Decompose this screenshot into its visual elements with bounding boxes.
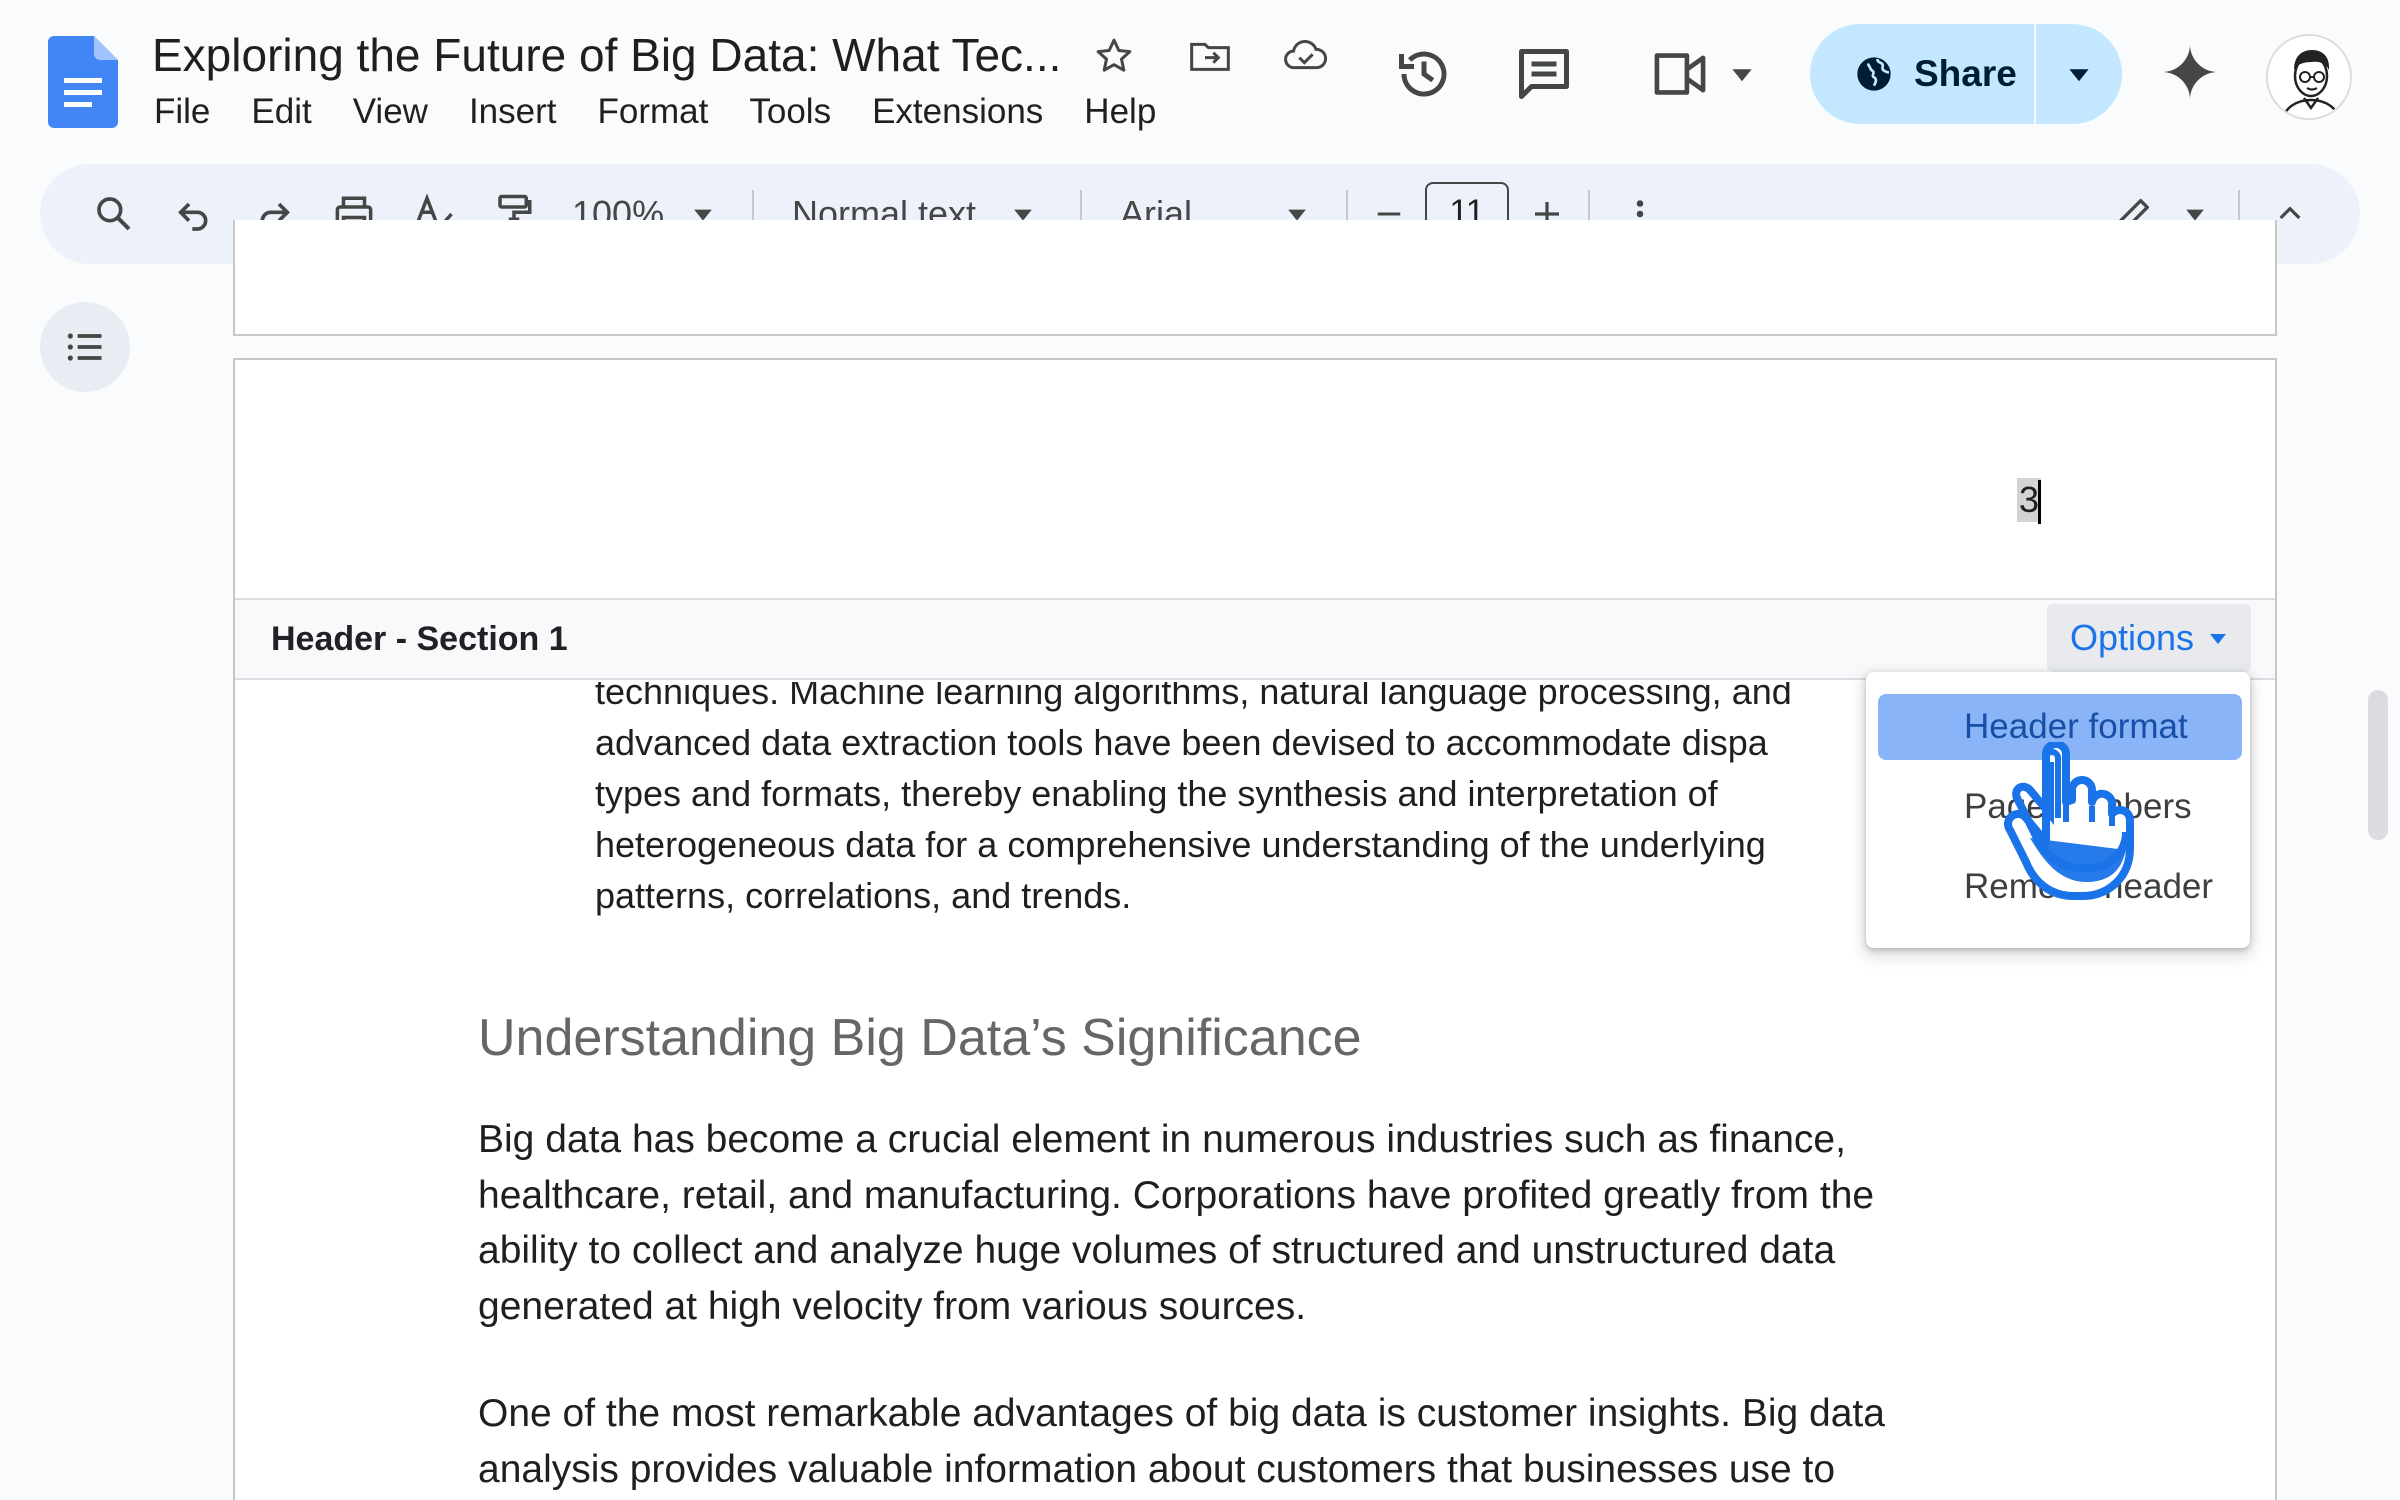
menu-format[interactable]: Format [598, 92, 709, 132]
hand-pointer-icon [2004, 742, 2134, 900]
menu-edit[interactable]: Edit [251, 92, 311, 132]
text-line: healthcare, retail, and manufacturing. C… [478, 1173, 1875, 1217]
chevron-up-icon [2279, 206, 2301, 220]
header-section-bar: Header - Section 1 Options [235, 600, 2275, 680]
text-cursor [2038, 480, 2041, 524]
search-icon [97, 197, 131, 231]
undo-icon [178, 202, 208, 231]
text-line: One of the most remarkable advantages of… [478, 1392, 1885, 1435]
version-history-icon[interactable] [1394, 44, 1454, 104]
search-menus-button[interactable] [84, 164, 144, 264]
menu-file[interactable]: File [154, 92, 210, 132]
options-label: Options [2069, 617, 2195, 658]
cloud-saved-icon[interactable] [1280, 30, 1332, 82]
avatar[interactable] [2266, 34, 2352, 120]
page-header[interactable]: 3 [235, 360, 2275, 600]
chevron-down-icon[interactable] [1730, 62, 1754, 86]
menu-bar: File Edit View Insert Format Tools Exten… [154, 92, 1197, 132]
document-outline-button[interactable] [40, 302, 130, 392]
user-avatar-icon [2268, 36, 2350, 118]
header-section-label: Header - Section 1 [271, 620, 568, 658]
menu-insert[interactable]: Insert [469, 92, 557, 132]
previous-page [233, 220, 2277, 336]
docs-app: Exploring the Future of Big Data: What T… [0, 0, 2400, 1500]
meet-icon[interactable] [1650, 48, 1710, 100]
share-main[interactable]: Share [1810, 24, 2034, 124]
text-line: Big data has become a crucial element in… [478, 1118, 1846, 1161]
gemini-icon[interactable] [2160, 40, 2220, 104]
scrollbar-thumb[interactable] [2368, 690, 2388, 840]
comments-icon[interactable] [1514, 44, 1574, 104]
paragraph[interactable]: Big data has become a crucial element in… [478, 1112, 2038, 1334]
share-options-button[interactable] [2036, 24, 2122, 124]
paragraph[interactable]: One of the most remarkable advantages of… [478, 1386, 2038, 1497]
star-icon[interactable] [1088, 30, 1140, 82]
document-title[interactable]: Exploring the Future of Big Data: What T… [152, 28, 1061, 82]
globe-icon [1857, 57, 1891, 91]
text-line: analysis provides valuable information a… [478, 1447, 1836, 1491]
title-actions [1088, 30, 1332, 82]
top-right-actions: Share [1380, 22, 2380, 126]
text-line: ability to collect and analyze huge volu… [478, 1229, 1836, 1272]
share-label: Share [1914, 53, 2017, 94]
docs-logo-icon[interactable] [48, 36, 118, 128]
move-folder-icon[interactable] [1184, 30, 1236, 82]
share-button[interactable]: Share [1810, 24, 2122, 124]
menu-help[interactable]: Help [1084, 92, 1156, 132]
outline-icon [67, 333, 102, 361]
section-heading[interactable]: Understanding Big Data’s Significance [478, 1008, 1362, 1068]
header-options-button[interactable]: Options [2047, 604, 2251, 672]
menu-view[interactable]: View [353, 92, 428, 132]
text-line: generated at high velocity from various … [478, 1284, 1307, 1328]
menu-extensions[interactable]: Extensions [872, 92, 1043, 132]
menu-tools[interactable]: Tools [749, 92, 831, 132]
chevron-down-icon [2069, 69, 2089, 82]
chevron-down-icon [2210, 634, 2227, 644]
undo-button[interactable] [164, 164, 224, 264]
